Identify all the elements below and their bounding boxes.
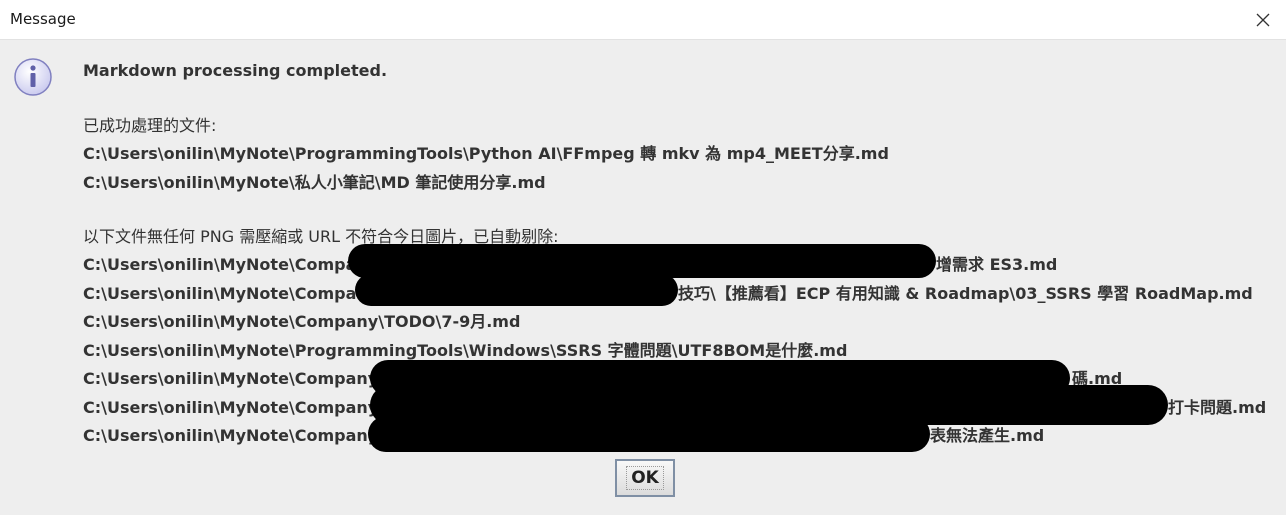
success-file: C:\Users\onilin\MyNote\ProgrammingTools\…	[83, 144, 889, 163]
window-title: Message	[10, 10, 76, 28]
info-icon	[14, 58, 52, 96]
title-bar: Message	[0, 0, 1286, 40]
redaction-mark	[355, 274, 678, 306]
removed-file: C:\Users\onilin\MyNote\Company	[83, 426, 379, 445]
message-headline: Markdown processing completed.	[83, 61, 388, 80]
removed-file: C:\Users\onilin\MyNote\Compa	[83, 255, 357, 274]
close-button[interactable]	[1240, 0, 1286, 40]
redaction-mark	[368, 416, 930, 452]
success-file: C:\Users\onilin\MyNote\私人小筆記\MD 筆記使用分享.m…	[83, 173, 546, 192]
removed-file-tail: 表無法產生.md	[930, 426, 1045, 445]
ok-button-label: OK	[626, 466, 664, 490]
close-icon	[1256, 13, 1270, 27]
removed-file: C:\Users\onilin\MyNote\Company	[83, 369, 379, 388]
removed-file-tail: 增需求 ES3.md	[936, 255, 1058, 274]
success-header: 已成功處理的文件:	[83, 116, 217, 135]
ok-button[interactable]: OK	[615, 459, 675, 497]
removed-file: C:\Users\onilin\MyNote\Compan	[83, 284, 368, 303]
redaction-mark	[348, 244, 936, 278]
removed-file-tail: 技巧\【推薦看】ECP 有用知識 & Roadmap\03_SSRS 學習 Ro…	[678, 284, 1253, 303]
removed-file: C:\Users\onilin\MyNote\ProgrammingTools\…	[83, 341, 848, 360]
removed-file: C:\Users\onilin\MyNote\Company\TODO\7-9月…	[83, 312, 521, 331]
removed-file-tail: 打卡問題.md	[1168, 398, 1267, 417]
removed-file: C:\Users\onilin\MyNote\Company	[83, 398, 379, 417]
